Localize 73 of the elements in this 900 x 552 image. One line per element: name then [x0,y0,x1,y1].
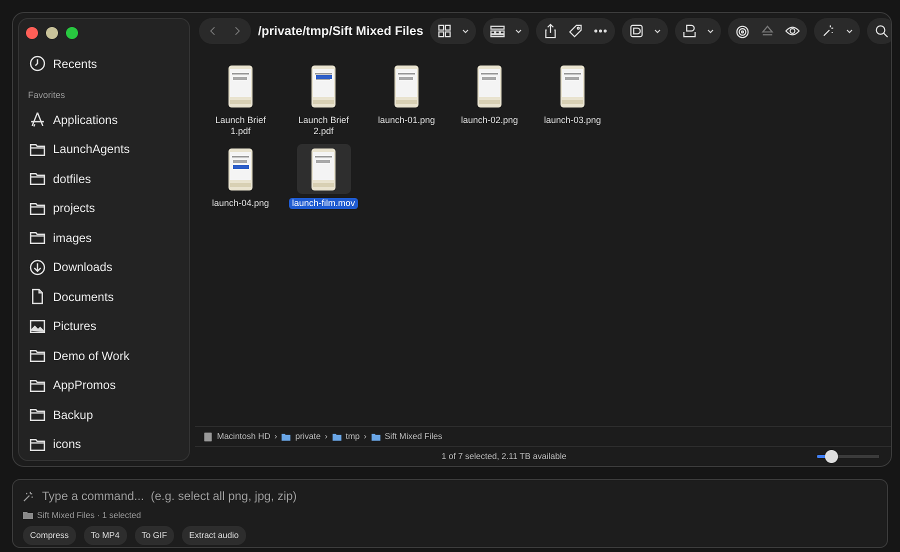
sidebar-item[interactable]: Backup [19,400,189,430]
view-grid-icon[interactable] [437,23,452,39]
path-item[interactable]: Macintosh HD [203,430,270,443]
file-thumbnail[interactable] [311,64,336,108]
file-name[interactable]: launch-04.png [208,198,272,209]
folder-icon [281,432,292,442]
folder-icon [29,170,46,188]
sidebar-item[interactable]: Documents [19,282,189,312]
folder-icon [23,511,33,520]
file-thumbnail[interactable] [560,64,585,108]
document-icon [29,288,46,306]
minimize-button[interactable] [46,27,58,39]
file-thumbnail[interactable] [228,148,253,190]
window-title: /private/tmp/Sift Mixed Files [258,22,424,40]
sidebar-item[interactable]: Demo of Work [19,341,189,370]
tag-icon[interactable] [568,23,584,39]
chevron-icon [462,28,470,34]
sidebar-item[interactable]: Downloads [19,252,189,282]
path-item[interactable]: Sift Mixed Files [370,430,442,443]
share-icon[interactable] [543,23,558,39]
sidebar-section-heading: Favorites [27,88,66,102]
action-button[interactable]: Extract audio [182,526,246,544]
slider-thumb[interactable] [824,450,838,463]
status-text: 1 of 7 selected, 2.11 TB available [440,450,568,463]
sidebar-item[interactable]: Recents [19,49,189,78]
chevron-icon [654,28,662,34]
file-thumbnail[interactable] [477,64,502,108]
zoom-button[interactable] [66,27,78,39]
sidebar-item[interactable]: LaunchAgents [19,134,189,164]
file-name[interactable]: Launch Brief 2.pdf [284,115,362,137]
path-separator: › [324,430,328,443]
action-button[interactable]: Compress [23,526,76,544]
path-item[interactable]: tmp [332,430,360,443]
clock-icon [29,55,46,72]
path-separator: › [364,430,367,443]
folder-icon [29,229,46,246]
file-name[interactable]: launch-01.png [374,115,438,126]
sidebar-item[interactable]: images [19,223,189,252]
sidebar-item[interactable]: dotfiles [19,164,189,194]
file-name[interactable]: Launch Brief 1.pdf [202,115,280,137]
folder-icon [332,432,342,442]
selection-context: Sift Mixed Files · 1 selected [37,509,141,522]
command-input[interactable]: Type a command... (e.g. select all png, jpg, zip) [42,487,442,505]
sidebar-item[interactable]: projects [19,194,189,223]
tray-icon[interactable] [682,23,698,39]
search-button[interactable] [867,18,891,44]
sparkle-icon [23,490,34,502]
sidebar-item[interactable]: icons [19,430,189,459]
folder-icon [29,406,46,424]
sidebar-item[interactable]: Applications [19,105,189,134]
file-thumbnail[interactable] [311,148,336,190]
file-name[interactable]: launch-film.mov [288,198,358,209]
path-separator: › [274,430,278,443]
file-thumbnail[interactable] [394,64,419,108]
close-button[interactable] [26,27,38,39]
file-name[interactable]: launch-02.png [458,115,522,126]
chevron-icon [846,28,854,34]
folder-icon [29,347,46,364]
path-item[interactable]: private [281,430,321,443]
apps-icon [29,111,46,128]
chevron-icon [707,28,714,34]
file-name[interactable]: launch-03.png [540,115,604,126]
download-icon [29,258,46,276]
file-thumbnail[interactable] [228,64,253,108]
action-button[interactable]: To MP4 [84,526,127,544]
folder-icon [370,432,381,442]
sidebar-item[interactable]: Pictures [19,312,189,341]
pictures-icon [29,318,46,335]
sidebar-item[interactable]: AppPromos [19,370,189,400]
chevron-icon [515,28,522,34]
group-icon[interactable] [490,23,506,39]
search-icon [874,23,890,39]
action-button[interactable]: To GIF [134,526,174,544]
